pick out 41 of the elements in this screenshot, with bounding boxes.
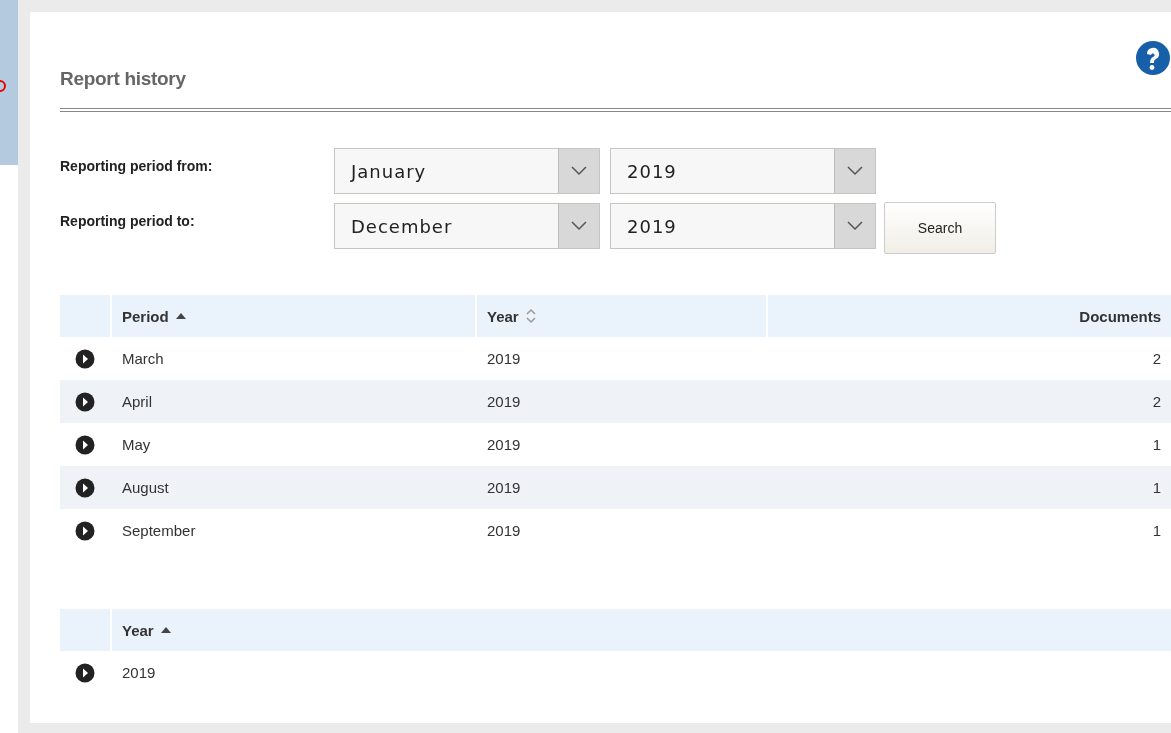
table-cell-text: 2 [1151,393,1162,410]
table-cell-text: April [121,393,153,410]
table-cell-text: March [121,350,165,367]
field-label: Reporting period from: [60,157,214,176]
help-icon[interactable] [1135,40,1171,76]
play-circle-icon[interactable] [75,434,95,455]
year-dropdown[interactable]: 2019 [610,148,876,194]
table-cell-text: 2019 [486,393,522,410]
table-cell-text: 1 [1151,522,1162,539]
play-circle-icon[interactable] [75,520,95,541]
table-cell-text: August [121,479,170,496]
column-header[interactable]: Year [112,609,1171,651]
chevron-down-icon [571,166,587,176]
table-cell-text: 2 [1151,350,1162,367]
table-cell-text: 1 [1151,479,1162,496]
sort-up-icon[interactable] [174,312,187,320]
play-circle-icon[interactable] [75,348,95,369]
page-title: Report history [60,68,186,90]
table-cell-text: 2019 [486,350,522,367]
table-cell-text: 2019 [486,436,522,453]
search-button[interactable]: Search [884,202,996,254]
table-cell-text: 2019 [121,664,157,681]
chevron-down-icon [571,221,587,231]
table-cell-text: September [121,522,197,539]
column-header[interactable]: Documents [768,295,1171,337]
table-cell-text: 2019 [486,479,522,496]
sort-up-icon[interactable] [159,626,172,634]
table-cell-text: 1 [1151,436,1162,453]
table-cell-text: 2019 [486,522,522,539]
play-circle-icon[interactable] [75,391,95,412]
column-header[interactable]: Period [112,295,475,337]
field-label: Reporting period to: [60,212,196,231]
play-circle-icon[interactable] [75,662,95,683]
month-dropdown[interactable]: December [334,203,600,249]
column-header[interactable]: Year [477,295,766,337]
month-dropdown[interactable]: January [334,148,600,194]
year-dropdown[interactable]: 2019 [610,203,876,249]
chevron-down-icon [847,221,863,231]
chevron-down-icon [847,166,863,176]
play-circle-icon[interactable] [75,477,95,498]
table-cell-text: May [121,436,152,453]
